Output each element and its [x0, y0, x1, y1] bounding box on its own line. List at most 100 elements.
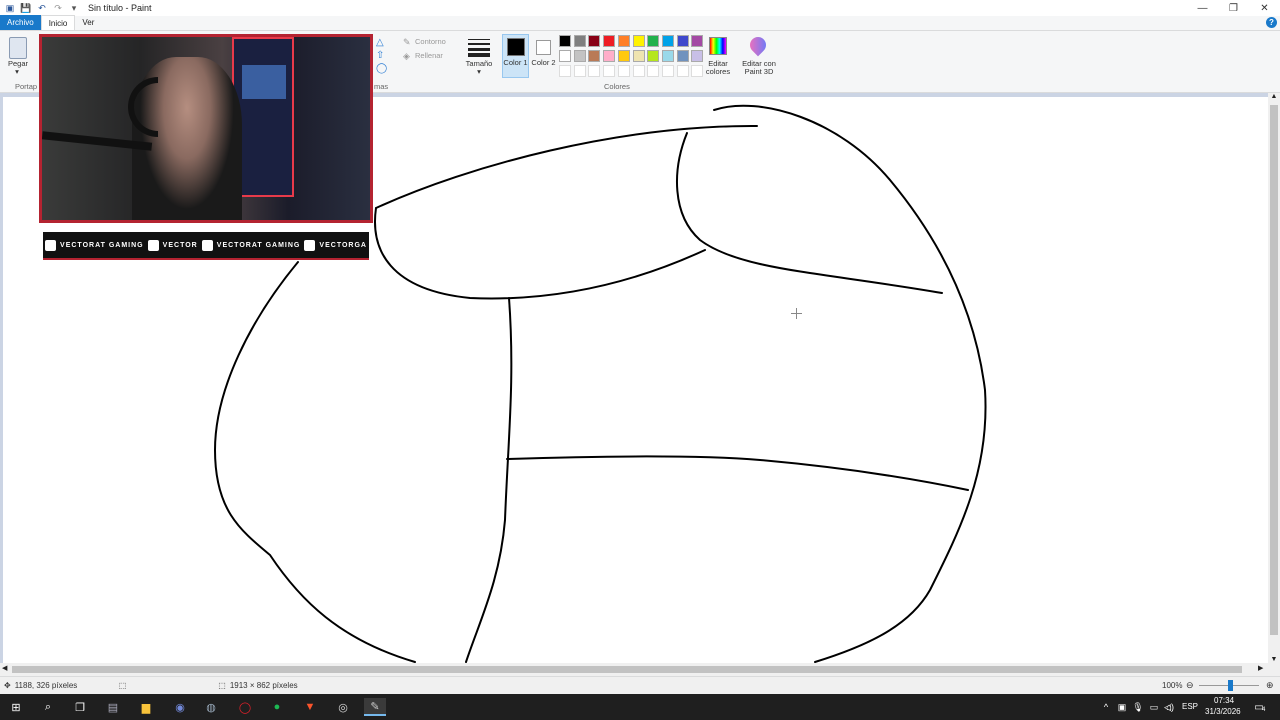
- size-icon[interactable]: [468, 37, 490, 57]
- task-view-icon[interactable]: ❐: [71, 698, 89, 716]
- notification-count: 4: [1262, 707, 1266, 713]
- palette-swatch[interactable]: [647, 35, 660, 47]
- volume-icon-visible[interactable]: ◁): [1160, 698, 1178, 716]
- custom-color-slot[interactable]: [588, 65, 601, 77]
- custom-color-slot[interactable]: [573, 65, 586, 77]
- redo-icon[interactable]: ↷: [52, 2, 64, 14]
- tab-view[interactable]: Ver: [75, 15, 101, 30]
- clock-date[interactable]: 31/3/2026: [1205, 707, 1241, 716]
- scroll-up-icon[interactable]: ▲: [1268, 93, 1280, 100]
- vertical-scroll-thumb[interactable]: [1270, 105, 1278, 635]
- customize-toolbar-icon[interactable]: ▾: [68, 2, 80, 14]
- clock-time[interactable]: 07:34: [1214, 696, 1234, 705]
- palette-swatch[interactable]: [617, 35, 630, 47]
- file-explorer-icon[interactable]: ▆: [137, 698, 155, 716]
- palette-swatch[interactable]: [691, 50, 704, 62]
- edit-colors-label[interactable]: Editar colores: [703, 60, 733, 76]
- horizontal-seam-stroke: [506, 455, 969, 491]
- palette-swatch[interactable]: [661, 50, 674, 62]
- palette-swatch[interactable]: [588, 50, 601, 62]
- palette-swatch[interactable]: [603, 35, 616, 47]
- horizontal-scrollbar[interactable]: ◀ ▶: [0, 663, 1280, 676]
- horizontal-scroll-thumb[interactable]: [12, 666, 1242, 673]
- opera-icon[interactable]: ◯: [236, 698, 254, 716]
- tab-home[interactable]: Inicio: [40, 15, 76, 30]
- color2-label[interactable]: Color 2: [530, 59, 557, 67]
- zoom-in-icon[interactable]: ⊕: [1266, 680, 1274, 691]
- save-icon[interactable]: 💾: [20, 2, 32, 14]
- zoom-out-icon[interactable]: ⊖: [1186, 680, 1194, 691]
- paste-dropdown-icon[interactable]: ▾: [12, 68, 22, 76]
- custom-color-slot[interactable]: [632, 65, 645, 77]
- ribbon-tabs: Archivo Inicio Ver ?: [0, 15, 1280, 31]
- custom-color-slot[interactable]: [676, 65, 689, 77]
- palette-swatch[interactable]: [676, 35, 689, 47]
- palette-swatch[interactable]: [559, 50, 571, 62]
- palette-swatch[interactable]: [691, 35, 704, 47]
- vertical-scrollbar[interactable]: ▲ ▼: [1268, 93, 1280, 663]
- minimize-button[interactable]: —: [1187, 0, 1218, 16]
- steam-icon[interactable]: ◍: [202, 698, 220, 716]
- tab-file[interactable]: Archivo: [0, 15, 41, 30]
- scroll-right-icon[interactable]: ▶: [1258, 664, 1263, 672]
- palette-swatch[interactable]: [573, 50, 586, 62]
- palette-swatch[interactable]: [632, 35, 645, 47]
- palette-swatch[interactable]: [632, 50, 645, 62]
- palette-swatch[interactable]: [588, 35, 601, 47]
- scroll-down-icon[interactable]: ▼: [1268, 656, 1280, 663]
- custom-color-slot[interactable]: [559, 65, 571, 77]
- color2-swatch[interactable]: [536, 40, 551, 55]
- color1-label[interactable]: Color 1: [502, 59, 529, 67]
- custom-color-slot[interactable]: [647, 65, 660, 77]
- help-icon[interactable]: ?: [1266, 17, 1277, 28]
- webcam-overlay: [39, 34, 373, 223]
- social-links-bar: VECTORAT GAMING VECTOR VECTORAT GAMING V…: [43, 232, 369, 260]
- custom-color-slot[interactable]: [603, 65, 616, 77]
- app-icon-1[interactable]: ▤: [104, 698, 122, 716]
- palette-swatch[interactable]: [617, 50, 630, 62]
- custom-color-slot[interactable]: [691, 65, 704, 77]
- spotify-icon[interactable]: ●: [268, 698, 286, 716]
- social-instagram: VECTORGA: [304, 239, 367, 251]
- zoom-slider-thumb[interactable]: [1228, 680, 1233, 691]
- discord-icon[interactable]: ◉: [171, 698, 189, 716]
- undo-icon[interactable]: ↶: [36, 2, 48, 14]
- outer-ball-outline-left: [214, 261, 416, 663]
- windows-start-icon[interactable]: ⊞: [7, 698, 25, 716]
- paint3d-icon[interactable]: [746, 33, 770, 57]
- social-twitter: VECTORAT GAMING: [201, 239, 301, 251]
- obs-icon[interactable]: ◎: [334, 698, 352, 716]
- outline-label[interactable]: Contorno: [415, 38, 446, 46]
- close-button[interactable]: ✕: [1249, 0, 1280, 16]
- palette-swatch[interactable]: [676, 50, 689, 62]
- top-right-curve-stroke: [676, 132, 943, 294]
- paint-taskbar-icon[interactable]: ✎: [364, 698, 386, 716]
- taskbar: ⊞ ⌕ ❐ ▤ ▆ ◉ ◍ ◯ ● ▼ ◎ ✎ ^ ▣ 🎙 ▭ ⌂ 🔊 ◁) E…: [0, 694, 1280, 720]
- color1-swatch[interactable]: [507, 38, 525, 56]
- fill-label[interactable]: Rellenar: [415, 52, 443, 60]
- triangle-shape-icon[interactable]: △: [376, 37, 384, 48]
- palette-swatch[interactable]: [647, 50, 660, 62]
- custom-color-slot[interactable]: [617, 65, 630, 77]
- maximize-button[interactable]: ❐: [1218, 0, 1249, 16]
- palette-swatch[interactable]: [661, 35, 674, 47]
- outer-ball-outline: [713, 104, 987, 663]
- paint-app-icon[interactable]: ▣: [4, 2, 16, 14]
- brave-icon[interactable]: ▼: [301, 698, 319, 716]
- edit-paint3d-label[interactable]: Editar con Paint 3D: [738, 60, 780, 76]
- paste-icon[interactable]: [9, 37, 27, 59]
- callout-shape-icon[interactable]: ◯: [376, 63, 387, 74]
- palette-swatch[interactable]: [603, 50, 616, 62]
- palette-swatch[interactable]: [559, 35, 571, 47]
- arrow-shape-icon[interactable]: ⇧: [376, 50, 384, 61]
- outline-icon[interactable]: ✎: [403, 37, 411, 48]
- fill-icon[interactable]: ◈: [403, 51, 410, 62]
- size-dropdown-icon[interactable]: ▾: [474, 68, 484, 76]
- edit-colors-icon[interactable]: [709, 37, 727, 55]
- canvas-size: 1913 × 862 píxeles: [229, 681, 298, 690]
- palette-swatch[interactable]: [573, 35, 586, 47]
- language-indicator[interactable]: ESP: [1182, 702, 1198, 711]
- scroll-left-icon[interactable]: ◀: [2, 664, 7, 672]
- custom-color-slot[interactable]: [661, 65, 674, 77]
- search-icon[interactable]: ⌕: [39, 698, 57, 716]
